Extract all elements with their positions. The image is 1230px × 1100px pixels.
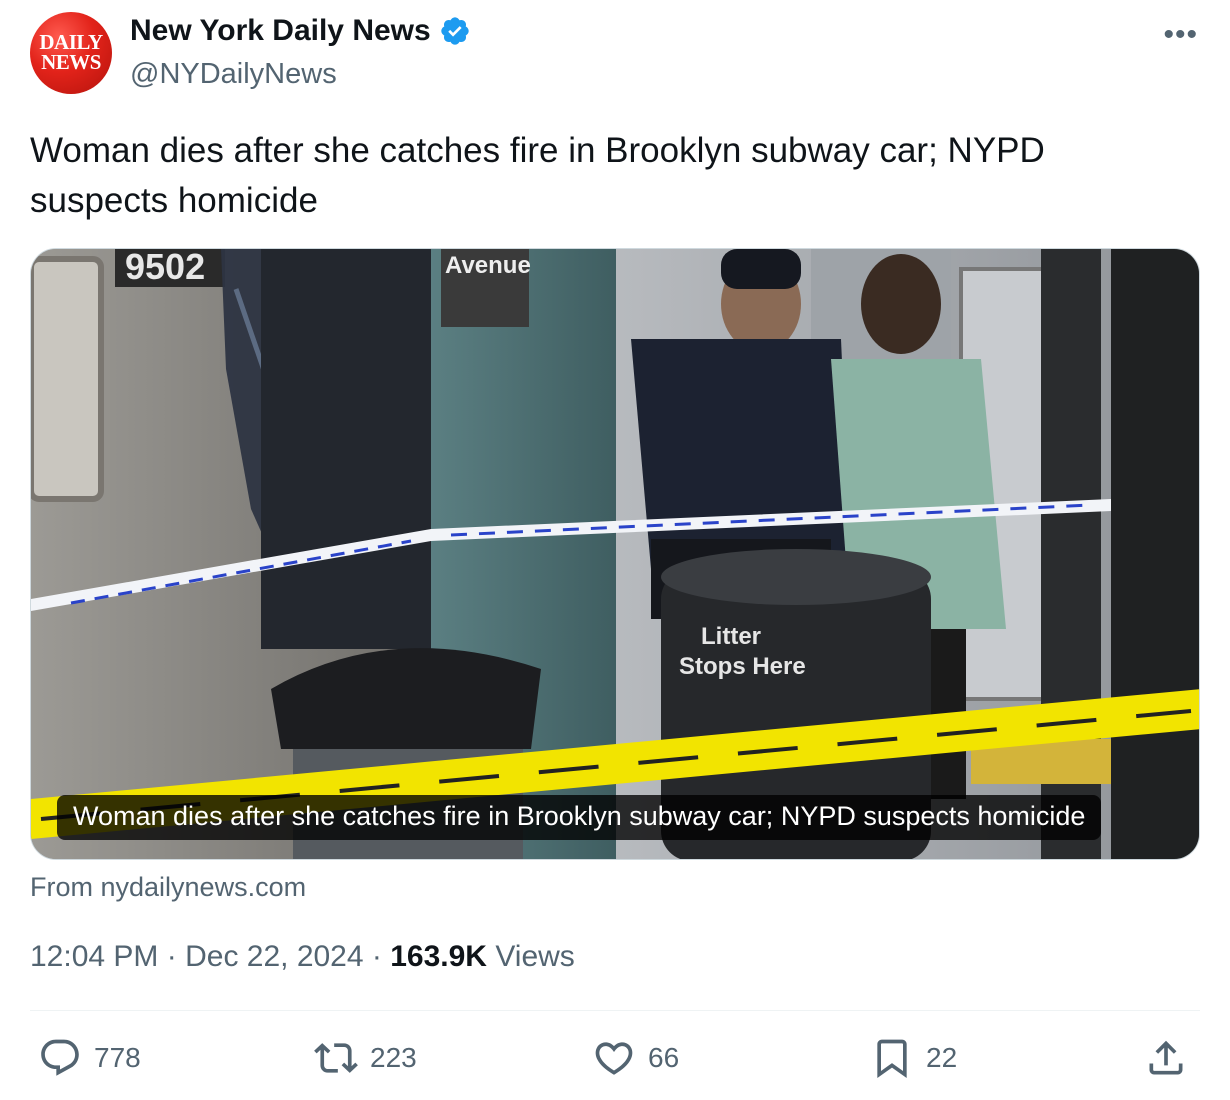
link-card-image[interactable]: 9502 Avenue Litter Stops Here Woman dies… (30, 248, 1200, 860)
author-name-row: New York Daily News (130, 14, 471, 48)
share-icon (1149, 1040, 1183, 1075)
author-display-name[interactable]: New York Daily News (130, 14, 431, 48)
avatar-text-line2: NEWS (41, 50, 101, 74)
car-number-text: 9502 (125, 249, 205, 287)
bookmark-button[interactable]: 22 (870, 1036, 957, 1080)
share-button[interactable] (1144, 1036, 1188, 1080)
repost-icon (314, 1043, 358, 1073)
repost-count: 223 (370, 1042, 417, 1073)
like-count: 66 (648, 1042, 680, 1073)
litter-bin-text-line1: Litter (701, 623, 761, 650)
link-source[interactable]: From nydailynews.com (30, 872, 306, 903)
avatar[interactable]: DAILY NEWS (30, 12, 112, 94)
station-sign-text: Avenue (445, 252, 531, 279)
link-card-caption: Woman dies after she catches fire in Bro… (57, 795, 1102, 840)
tweet-date[interactable]: Dec 22, 2024 (185, 940, 363, 973)
views-count: 163.9K (390, 940, 487, 973)
litter-bin-text-line2: Stops Here (679, 653, 806, 680)
action-bar: 778 223 66 22 (38, 1036, 1198, 1092)
author-handle[interactable]: @NYDailyNews (130, 58, 337, 91)
views-label: Views (486, 940, 575, 973)
bookmark-count: 22 (926, 1042, 958, 1073)
reply-icon (41, 1039, 79, 1076)
reply-count: 778 (94, 1042, 141, 1073)
tweet-text: Woman dies after she catches fire in Bro… (30, 131, 1045, 220)
more-options-icon[interactable]: ••• (1163, 18, 1198, 52)
verified-badge-icon (441, 17, 469, 45)
tweet-meta: 12:04 PM · Dec 22, 2024 · 163.9K Views (30, 940, 575, 974)
divider (30, 1010, 1200, 1011)
like-button[interactable]: 66 (592, 1036, 679, 1080)
tweet-time[interactable]: 12:04 PM (30, 940, 158, 973)
bookmark-icon (877, 1039, 907, 1079)
subway-scene-photo: 9502 Avenue Litter Stops Here (31, 249, 1199, 859)
meta-separator: · (158, 940, 186, 973)
repost-button[interactable]: 223 (314, 1036, 417, 1080)
tweet: DAILY NEWS New York Daily News @NYDailyN… (0, 0, 1230, 1100)
heart-icon (595, 1042, 633, 1075)
meta-separator: · (363, 940, 391, 973)
reply-button[interactable]: 778 (38, 1036, 141, 1080)
